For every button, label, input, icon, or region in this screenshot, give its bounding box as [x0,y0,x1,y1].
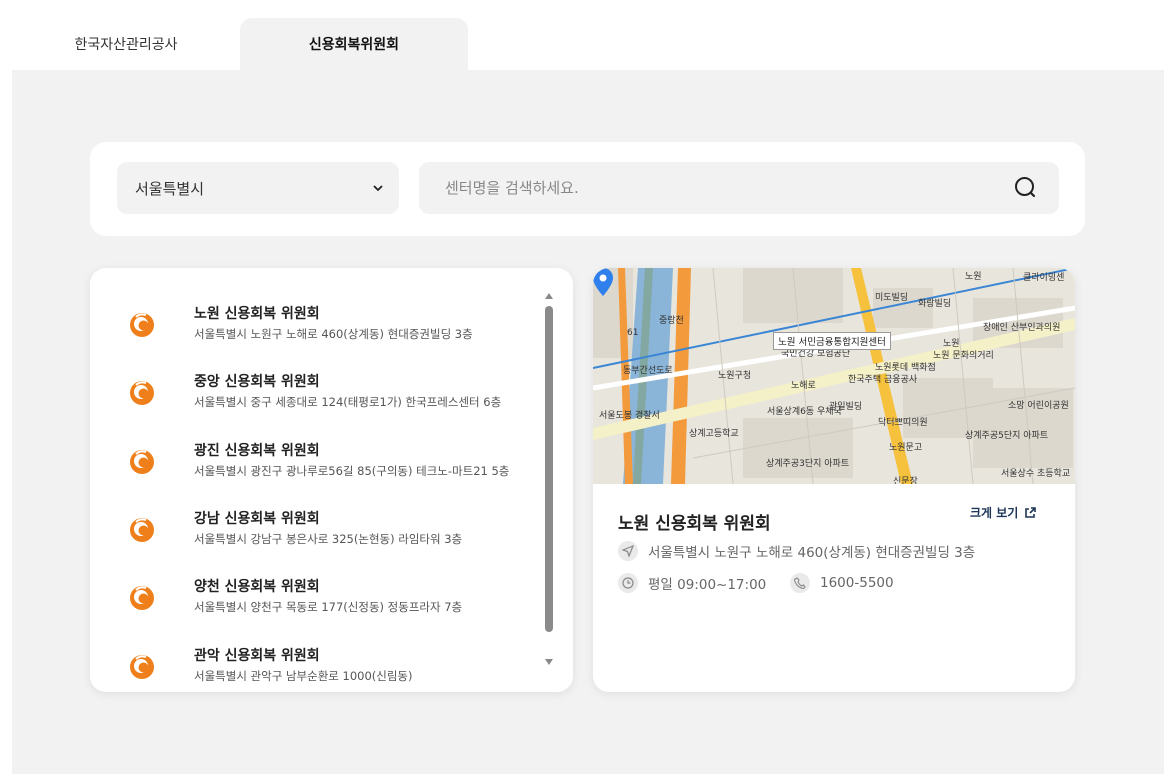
map-label: 노원 문화의거리 [933,351,994,361]
center-name: 중앙 신용회복 위원회 [194,374,320,390]
list-item[interactable]: 양천 신용회복 위원회 서울특별시 양천구 목동로 177(신정동) 정동프라자… [90,562,540,630]
map-label: 신문장 [893,477,918,484]
content-panel: 서울특별시 노원 신용회복 위원회 서울특별시 노원구 노해로 460(상계동)… [12,70,1164,774]
map-label: 상계고등학교 [689,429,739,439]
map-label: 서울상수 초등학교 [1001,469,1071,479]
clock-icon [618,573,638,593]
map-pin-icon[interactable] [593,268,613,296]
orange-swirl-logo-icon [130,381,154,405]
tab-kamco[interactable]: 한국자산관리공사 [12,18,240,70]
search-card: 서울특별시 [90,142,1085,236]
map-label: 동부간선도로 [623,366,673,376]
list-item[interactable]: 관악 신용회복 위원회 서울특별시 관악구 남부순환로 1000(신림동) [90,631,540,692]
center-detail-card: 국민건강 보험공단 노원구청 한국주택 금융공사 광일빌딩 미도빌딩 화랑빌딩 … [593,268,1075,692]
center-name: 양천 신용회복 위원회 [194,579,320,595]
map-marker-callout: 노원 서민금융통합지원센터 [773,332,891,350]
tab-bar: 한국자산관리공사 신용회복위원회 [12,18,468,70]
map-label: 노해로 [791,381,816,391]
map-label: 소망 어린이공원 [1008,401,1069,411]
address-row: 서울특별시 노원구 노해로 460(상계동) 현대증권빌딩 3층 [618,541,975,561]
center-name: 노원 신용회복 위원회 [194,306,320,322]
center-address: 서울특별시 관악구 남부순환로 1000(신림동) [194,669,413,683]
list-item[interactable]: 중앙 신용회복 위원회 서울특별시 중구 세종대로 124(태평로1가) 한국프… [90,357,540,425]
scroll-down-arrow-icon[interactable] [544,657,554,667]
search-box [419,162,1059,214]
map-label: 상계주공3단지 아파트 [766,459,850,469]
center-address: 서울특별시 광진구 광나루로56길 85(구의동) 테크노-마트21 5층 [194,464,510,478]
map-label: 클라이밍센 [1023,273,1065,283]
orange-swirl-logo-icon [130,518,154,542]
map-label: 미도빌딩 [875,293,909,303]
map-label: 한국주택 금융공사 [848,375,918,385]
detail-address: 서울특별시 노원구 노해로 460(상계동) 현대증권빌딩 3층 [648,545,976,561]
map-label: 서울도봉 경찰서 [599,411,660,421]
chevron-down-icon [373,185,383,191]
location-arrow-icon [618,541,638,561]
scrollbar-thumb[interactable] [545,306,553,632]
orange-swirl-logo-icon [130,586,154,610]
map-drawing [593,268,1075,484]
search-input[interactable] [445,179,985,197]
orange-swirl-logo-icon [130,655,154,679]
list-item[interactable]: 강남 신용회복 위원회 서울특별시 강남구 봉은사로 325(논현동) 라임타워… [90,494,540,562]
scroll-up-arrow-icon[interactable] [544,291,554,301]
location-map[interactable]: 국민건강 보험공단 노원구청 한국주택 금융공사 광일빌딩 미도빌딩 화랑빌딩 … [593,268,1075,484]
map-label: 노원구청 [718,371,752,381]
center-name: 관악 신용회복 위원회 [194,648,320,664]
center-address: 서울특별시 노원구 노해로 460(상계동) 현대증권빌딩 3층 [194,327,473,341]
list-item[interactable]: 노원 신용회복 위원회 서울특별시 노원구 노해로 460(상계동) 현대증권빌… [90,289,540,357]
center-name: 광진 신용회복 위원회 [194,443,320,459]
map-label: 노원 [965,272,982,282]
orange-swirl-logo-icon [130,313,154,337]
tab-ccrs[interactable]: 신용회복위원회 [240,18,468,70]
map-label: 닥터쁘띠의원 [878,418,928,428]
map-label: 장애인 산부인과의원 [983,323,1061,333]
center-address: 서울특별시 양천구 목동로 177(신정동) 정동프라자 7층 [194,600,463,614]
phone-icon [790,573,810,593]
map-label: 상계주공5단지 아파트 [965,431,1049,441]
phone-row: 1600-5500 [790,573,894,593]
map-label: 노원문고 [889,443,923,453]
map-label: 서울상계6동 우체국 [767,407,842,417]
external-link-icon [1025,506,1037,518]
map-label: 노원 [943,339,960,349]
enlarge-label: 크게 보기 [970,506,1019,520]
detail-title: 노원 신용회복 위원회 [618,514,771,534]
center-list: 노원 신용회복 위원회 서울특별시 노원구 노해로 460(상계동) 현대증권빌… [90,268,573,692]
map-label: 61 [627,328,639,338]
map-label: 화랑빌딩 [918,299,952,309]
detail-phone[interactable]: 1600-5500 [820,575,894,591]
center-name: 강남 신용회복 위원회 [194,511,320,527]
center-address: 서울특별시 강남구 봉은사로 325(논현동) 라임타워 3층 [194,532,463,546]
region-select[interactable]: 서울특별시 [117,162,399,214]
orange-swirl-logo-icon [130,450,154,474]
region-select-value: 서울특별시 [135,179,205,198]
enlarge-link[interactable]: 크게 보기 [970,504,1037,521]
map-label: 노원롯데 백화점 [875,363,936,373]
center-address: 서울특별시 중구 세종대로 124(태평로1가) 한국프레스센터 6층 [194,395,502,409]
hours-row: 평일 09:00~17:00 [618,573,766,593]
map-label: 중랑천 [659,316,684,326]
detail-hours: 평일 09:00~17:00 [648,577,767,593]
search-icon[interactable] [1013,175,1039,201]
list-item[interactable]: 광진 신용회복 위원회 서울특별시 광진구 광나루로56길 85(구의동) 테크… [90,426,540,494]
